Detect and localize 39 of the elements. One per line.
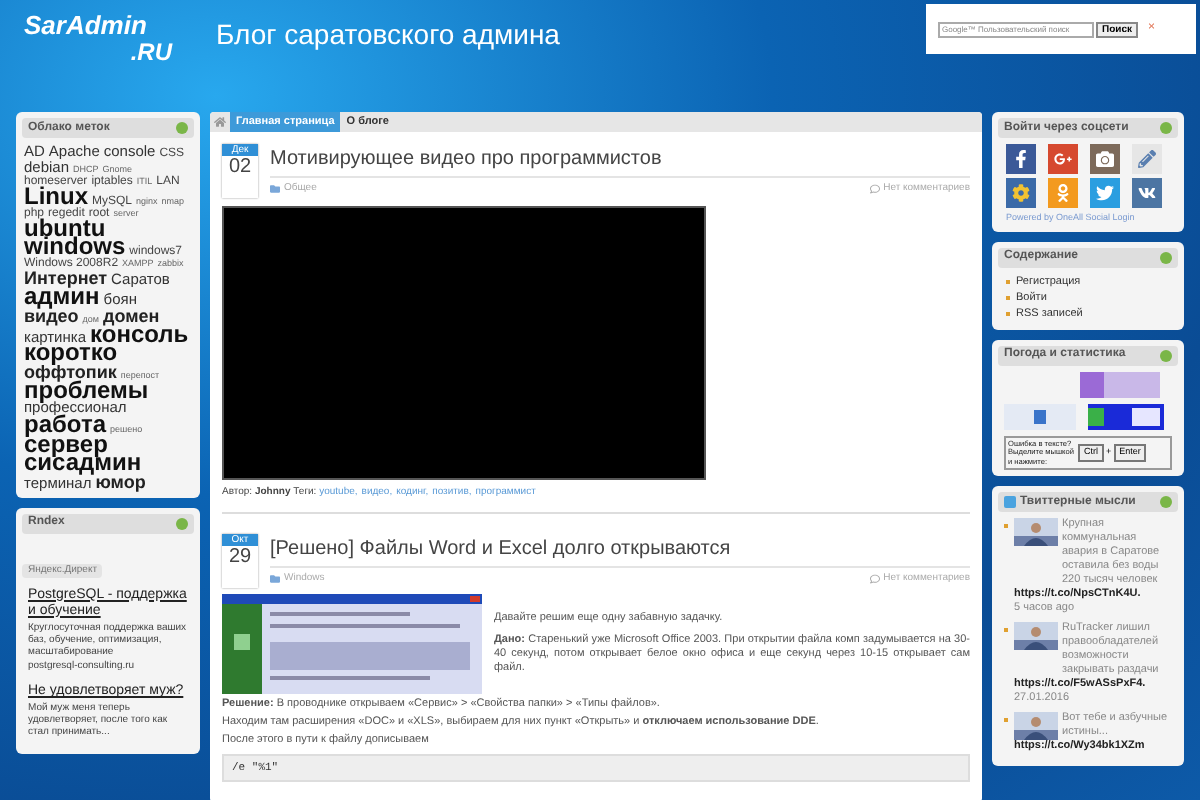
pencil-icon[interactable] bbox=[1132, 144, 1162, 174]
tag-link[interactable]: видео bbox=[24, 307, 79, 326]
collapse-icon[interactable] bbox=[1160, 122, 1172, 134]
odnoklassniki-icon[interactable] bbox=[1048, 178, 1078, 208]
tag-link[interactable]: консоль bbox=[90, 325, 189, 345]
google-plus-icon[interactable] bbox=[1048, 144, 1078, 174]
tag-link[interactable]: работа bbox=[24, 415, 106, 436]
folder-icon bbox=[270, 184, 280, 195]
tag-link[interactable]: сисадмин bbox=[24, 454, 142, 474]
collapse-icon[interactable] bbox=[176, 122, 188, 134]
tag-link[interactable]: оффтопик bbox=[24, 363, 117, 382]
tag-link[interactable]: windows bbox=[24, 238, 126, 258]
tag-link[interactable]: домен bbox=[103, 307, 160, 326]
tag-link[interactable]: Linux bbox=[24, 187, 88, 207]
vk-icon[interactable] bbox=[1132, 178, 1162, 208]
twitter-icon[interactable] bbox=[1090, 178, 1120, 208]
tag-link[interactable]: ubuntu bbox=[24, 219, 106, 239]
collapse-icon[interactable] bbox=[1160, 496, 1172, 508]
comment-icon bbox=[869, 574, 880, 585]
home-icon[interactable] bbox=[214, 116, 226, 128]
collapse-icon[interactable] bbox=[1160, 251, 1172, 264]
site-title: Блог саратовского админа bbox=[216, 16, 560, 54]
camera-icon[interactable] bbox=[1090, 144, 1120, 174]
tag-link[interactable]: админ bbox=[24, 288, 100, 308]
gear-icon[interactable] bbox=[1006, 178, 1036, 208]
collapse-icon[interactable] bbox=[176, 517, 188, 530]
tag-link[interactable]: коротко bbox=[24, 344, 118, 364]
tag-link[interactable]: юмор bbox=[95, 473, 146, 492]
tag-link[interactable]: сервер bbox=[24, 435, 108, 455]
tag-link[interactable]: Интернет bbox=[24, 270, 108, 289]
collapse-icon[interactable] bbox=[1160, 349, 1172, 361]
tag-link[interactable]: проблемы bbox=[24, 381, 149, 401]
post-title[interactable]: Мотивирующее видео про программистов bbox=[270, 144, 970, 178]
post-title[interactable]: [Решено] Файлы Word и Excel долго открываются bbox=[270, 534, 970, 568]
bird-icon bbox=[1004, 496, 1016, 508]
comment-icon bbox=[869, 184, 880, 195]
facebook-icon[interactable] bbox=[1006, 144, 1036, 174]
folder-icon bbox=[270, 574, 280, 585]
video-player[interactable] bbox=[222, 205, 706, 479]
